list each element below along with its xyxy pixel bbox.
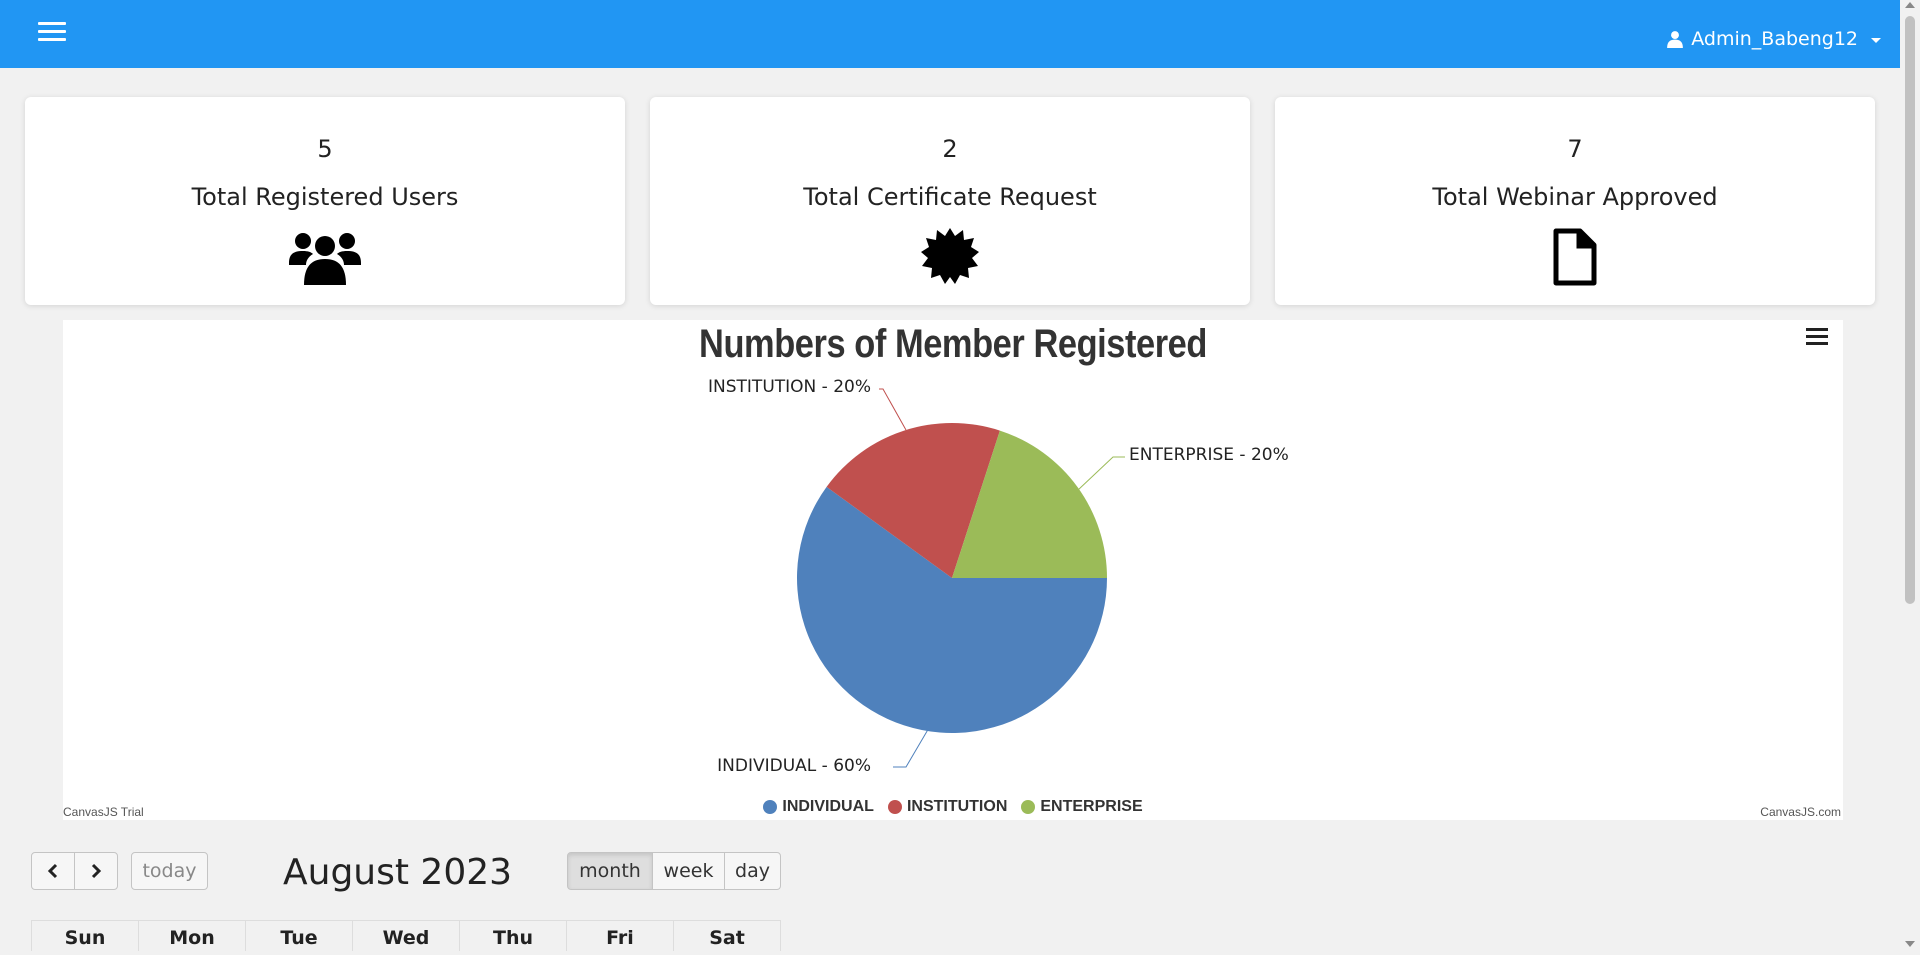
document-icon [1553,228,1597,286]
pie-label-individual: INDIVIDUAL - 60% [717,756,871,776]
caret-down-icon [1871,38,1881,43]
pie-leader-line [879,388,907,431]
legend-item-enterprise[interactable]: ENTERPRISE [1021,798,1143,816]
certificate-badge-icon [921,228,979,284]
users-icon [289,233,361,285]
calendar-title: August 2023 [283,852,513,893]
page-scrollbar[interactable] [1900,0,1920,951]
legend-item-individual[interactable]: INDIVIDUAL [763,798,874,816]
pie-label-enterprise: ENTERPRISE - 20% [1129,445,1289,465]
weekday-mon: Mon [139,921,246,951]
username-label: Admin_Babeng12 [1691,28,1858,50]
view-week-button[interactable]: week [652,852,725,890]
legend-label: ENTERPRISE [1040,798,1143,815]
legend-label: INDIVIDUAL [782,798,874,815]
user-icon [1667,31,1684,48]
user-dropdown[interactable]: Admin_Babeng12 [1666,28,1881,50]
pie-chart-container: Numbers of Member Registered INDIVIDUAL … [63,320,1843,820]
stat-label: Total Webinar Approved [1432,183,1718,211]
view-day-button[interactable]: day [724,852,781,890]
stat-value: 5 [317,135,333,163]
pie-chart: INDIVIDUAL - 60% INSTITUTION - 20% ENTERPR… [708,377,1289,776]
view-month-button[interactable]: month [567,852,653,890]
legend-marker [763,800,778,814]
stat-card-webinar-approved: 7 Total Webinar Approved [1275,97,1875,305]
top-navbar: Admin_Babeng12 [0,0,1900,68]
chart-legend: INDIVIDUAL INSTITUTION ENTERPRISE [63,798,1843,816]
calendar-weekday-header: Sun Mon Tue Wed Thu Fri Sat [31,920,781,951]
prev-button[interactable] [31,852,75,890]
pie-label-institution: INSTITUTION - 20% [708,377,871,397]
next-button[interactable] [74,852,118,890]
today-button[interactable]: today [131,852,208,890]
stat-label: Total Certificate Request [803,183,1097,211]
chevron-right-icon [91,863,102,879]
stat-card-registered-users: 5 Total Registered Users [25,97,625,305]
scroll-up-arrow-icon[interactable] [1905,2,1915,8]
weekday-wed: Wed [353,921,460,951]
stat-value: 7 [1567,135,1583,163]
stat-label: Total Registered Users [191,183,459,211]
hamburger-menu-icon[interactable] [38,18,66,44]
stat-card-certificate-request: 2 Total Certificate Request [650,97,1250,305]
stat-value: 2 [942,135,958,163]
legend-marker [1021,800,1036,814]
weekday-tue: Tue [246,921,353,951]
legend-item-institution[interactable]: INSTITUTION [887,798,1008,816]
weekday-sun: Sun [32,921,139,951]
weekday-fri: Fri [567,921,674,951]
legend-marker [887,800,902,814]
weekday-thu: Thu [460,921,567,951]
pie-leader-line [1077,456,1125,491]
weekday-sat: Sat [709,927,745,949]
calendar-toolbar: today August 2023 month week day [31,852,781,894]
scroll-down-arrow-icon[interactable] [1905,941,1915,947]
scroll-thumb[interactable] [1905,16,1915,604]
legend-label: INSTITUTION [906,798,1008,815]
chevron-left-icon [47,863,58,879]
